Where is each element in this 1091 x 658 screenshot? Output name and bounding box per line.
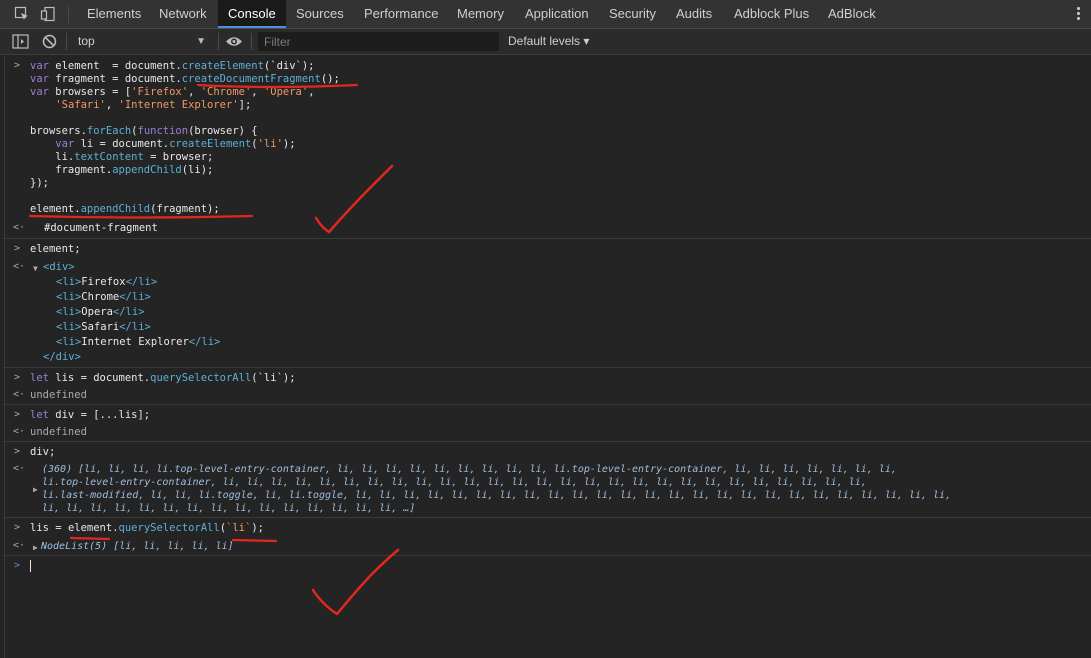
console-input-prompt-icon: > xyxy=(14,560,21,571)
tab-console[interactable]: Console xyxy=(218,0,286,28)
tab-adblock-plus[interactable]: Adblock Plus xyxy=(724,0,819,28)
input-prompt-icon: > xyxy=(14,243,21,254)
expand-triangle-icon[interactable]: ▶ xyxy=(33,483,38,496)
console-entry: > div; <· ▶ (360) [li, li, li, li.top-le… xyxy=(5,442,1091,518)
dom-node-div[interactable]: <div> xyxy=(43,261,75,274)
toolbar-divider xyxy=(251,33,252,50)
array-preview-line[interactable]: li.top-level-entry-container, li, li, li… xyxy=(42,476,867,489)
inspect-element-icon[interactable] xyxy=(14,6,30,22)
code-line: var fragment = document.createDocumentFr… xyxy=(30,73,340,85)
more-options-icon[interactable] xyxy=(1077,7,1081,23)
tab-performance[interactable]: Performance xyxy=(354,0,448,28)
code-line: li.textContent = browser; xyxy=(30,151,214,163)
dom-node-div-close[interactable]: </div> xyxy=(43,351,81,364)
console-entry: > element; <· ▼ <div> <li>Firefox</li> <… xyxy=(5,239,1091,368)
array-preview-line[interactable]: li, li, li, li, li, li, li, li, li, li, … xyxy=(42,502,415,515)
console-input-caret[interactable] xyxy=(30,560,31,572)
console-entry: > let lis = document.querySelectorAll(`l… xyxy=(5,368,1091,405)
code-line: 'Safari', 'Internet Explorer']; xyxy=(55,99,252,111)
result-value[interactable]: #document-fragment xyxy=(44,222,158,235)
input-prompt-icon: > xyxy=(14,372,21,383)
tab-application[interactable]: Application xyxy=(515,0,599,28)
code-line: let div = [...lis]; xyxy=(30,409,151,421)
code-line: var element = document.createElement(`di… xyxy=(30,60,315,72)
toolbar-divider xyxy=(218,33,219,50)
tab-sources[interactable]: Sources xyxy=(286,0,354,28)
input-prompt-icon: > xyxy=(14,446,21,457)
console-messages: > var element = document.createElement(`… xyxy=(5,56,1091,658)
tab-adblock[interactable]: AdBlock xyxy=(818,0,886,28)
array-preview-line[interactable]: li.last-modified, li, li, li.toggle, li,… xyxy=(42,489,951,502)
tab-security[interactable]: Security xyxy=(599,0,666,28)
device-toolbar-icon[interactable] xyxy=(40,6,56,22)
console-toolbar: top ▼ Default levels ▾ xyxy=(0,29,1091,55)
result-arrow-icon: <· xyxy=(13,389,26,400)
clear-console-icon[interactable] xyxy=(42,34,57,49)
code-line: var li = document.createElement('li'); xyxy=(55,138,296,150)
tab-audits[interactable]: Audits xyxy=(666,0,722,28)
expand-triangle-icon[interactable]: ▼ xyxy=(33,262,38,275)
code-line: lis = element.querySelectorAll(`li`); xyxy=(30,522,264,534)
code-line: let lis = document.querySelectorAll(`li`… xyxy=(30,372,296,384)
result-arrow-icon: <· xyxy=(13,426,26,437)
result-arrow-icon: <· xyxy=(13,463,26,474)
code-line: element.appendChild(fragment); xyxy=(30,203,220,215)
tab-bar-divider xyxy=(68,6,69,23)
input-prompt-icon: > xyxy=(14,409,21,420)
filter-input[interactable] xyxy=(258,32,499,51)
code-line: fragment.appendChild(li); xyxy=(30,164,214,176)
console-entry: > let div = [...lis]; <· undefined xyxy=(5,405,1091,442)
context-selector[interactable]: top ▼ xyxy=(72,29,212,54)
dropdown-arrow-icon: ▼ xyxy=(196,36,206,47)
toolbar-divider xyxy=(66,33,67,50)
result-arrow-icon: <· xyxy=(13,261,26,272)
log-levels-dropdown[interactable]: Default levels ▾ xyxy=(508,29,589,54)
array-preview-line[interactable]: (360) [li, li, li, li.top-level-entry-co… xyxy=(42,463,897,476)
tab-memory[interactable]: Memory xyxy=(447,0,514,28)
result-arrow-icon: <· xyxy=(13,540,26,551)
dom-node-li[interactable]: <li>Opera</li> xyxy=(56,306,145,319)
result-value: undefined xyxy=(30,426,87,438)
dom-node-li[interactable]: <li>Firefox</li> xyxy=(56,276,157,289)
input-prompt-icon: > xyxy=(14,522,21,533)
code-line: }); xyxy=(30,177,49,189)
tab-network[interactable]: Network xyxy=(149,0,217,28)
code-line: element; xyxy=(30,243,81,255)
dom-node-li[interactable]: <li>Chrome</li> xyxy=(56,291,151,304)
input-prompt-icon: > xyxy=(14,60,21,71)
console-entry: > var element = document.createElement(`… xyxy=(5,56,1091,239)
context-selector-value: top xyxy=(78,34,95,48)
code-line: div; xyxy=(30,446,56,458)
code-line: var browsers = ['Firefox', 'Chrome', 'Op… xyxy=(30,86,315,98)
expand-triangle-icon[interactable]: ▶ xyxy=(33,541,38,554)
result-value: undefined xyxy=(30,389,87,401)
tab-elements[interactable]: Elements xyxy=(77,0,151,28)
dom-node-li[interactable]: <li>Safari</li> xyxy=(56,321,151,334)
sidebar-toggle-icon[interactable] xyxy=(12,34,29,49)
console-entry: > lis = element.querySelectorAll(`li`); … xyxy=(5,518,1091,556)
nodelist-preview[interactable]: NodeList(5) [li, li, li, li, li] xyxy=(41,540,234,553)
eye-icon[interactable] xyxy=(225,35,243,48)
result-arrow-icon: <· xyxy=(13,222,26,233)
devtools-tab-bar: Elements Network Console Sources Perform… xyxy=(0,0,1091,29)
code-line: browsers.forEach(function(browser) { xyxy=(30,125,258,137)
dom-node-li[interactable]: <li>Internet Explorer</li> xyxy=(56,336,220,349)
